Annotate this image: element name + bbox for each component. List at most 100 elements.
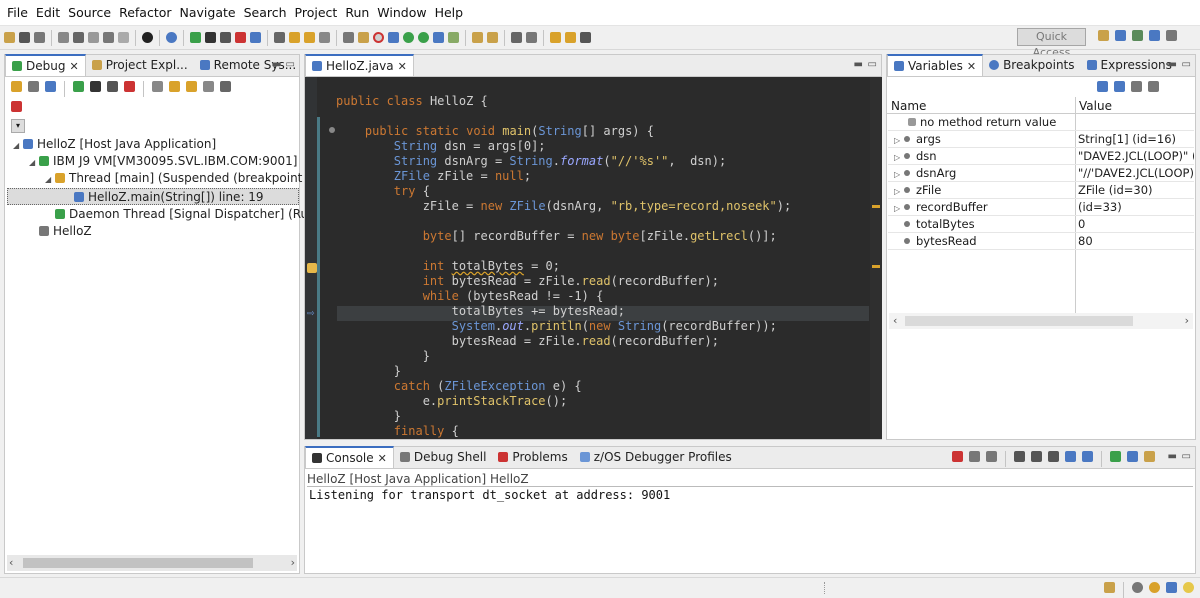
- drop-frame-icon[interactable]: [319, 32, 330, 43]
- menu-search[interactable]: Search: [240, 0, 291, 26]
- console-output[interactable]: Listening for transport dt_socket at add…: [309, 488, 670, 502]
- variable-row[interactable]: ▷ recordBuffer (id=33): [888, 199, 1194, 216]
- new-console-icon[interactable]: [1144, 451, 1155, 462]
- tree-thread-main[interactable]: ◢ Thread [main] (Suspended (breakpoint at…: [45, 170, 344, 187]
- display-console-icon[interactable]: [1110, 451, 1121, 462]
- save-all-icon[interactable]: [34, 32, 45, 43]
- paragraph-icon[interactable]: [118, 32, 129, 43]
- person-icon[interactable]: [142, 32, 153, 43]
- scroll-thumb[interactable]: [23, 558, 253, 568]
- clear-console-icon[interactable]: [1014, 451, 1025, 462]
- variable-row[interactable]: bytesRead 80: [888, 233, 1194, 250]
- open-type-icon[interactable]: [58, 32, 69, 43]
- terminate-console-icon[interactable]: [952, 451, 963, 462]
- show-logical-structure-icon[interactable]: [1114, 81, 1125, 92]
- close-icon[interactable]: ✕: [69, 60, 78, 73]
- tree-vm[interactable]: ◢ IBM J9 VM[VM30095.SVL.IBM.COM:9001]: [29, 153, 297, 170]
- view-disconnect-icon[interactable]: [124, 81, 135, 92]
- variables-menu-icon[interactable]: [1148, 81, 1159, 92]
- tab-debug-shell[interactable]: Debug Shell: [394, 446, 493, 468]
- expand-icon[interactable]: ▷: [894, 149, 904, 164]
- tree-launch[interactable]: ◢ HelloZ [Host Java Application]: [13, 136, 216, 153]
- debug-run-icon[interactable]: [403, 32, 414, 43]
- remove-launch-icon[interactable]: [969, 451, 980, 462]
- show-type-names-icon[interactable]: [1097, 81, 1108, 92]
- forward-icon[interactable]: [580, 32, 591, 43]
- tab-hello-java[interactable]: HelloZ.java ✕: [305, 54, 414, 76]
- open-console-icon[interactable]: [1127, 451, 1138, 462]
- back-icon[interactable]: [565, 32, 576, 43]
- tree-daemon-thread[interactable]: Daemon Thread [Signal Dispatcher] (Runni…: [55, 206, 342, 223]
- edit-icon[interactable]: [73, 32, 84, 43]
- open-task-icon[interactable]: [487, 32, 498, 43]
- variable-row[interactable]: ▷ args String[1] (id=16): [888, 131, 1194, 148]
- tab-breakpoints[interactable]: Breakpoints: [983, 54, 1080, 76]
- variable-row[interactable]: no method return value: [888, 114, 1194, 131]
- variable-row[interactable]: ▷ dsn "DAVE2.JCL(LOOP)" (id: [888, 148, 1194, 165]
- maximize-icon[interactable]: ▭: [1182, 59, 1191, 70]
- view-step-into-icon[interactable]: [152, 81, 163, 92]
- menu-edit[interactable]: Edit: [32, 0, 64, 26]
- resume-icon[interactable]: [190, 32, 201, 43]
- remote-perspective-icon[interactable]: [1132, 30, 1143, 41]
- breakpoint-icon[interactable]: [373, 32, 384, 43]
- new-icon[interactable]: [4, 32, 15, 43]
- java-perspective-icon[interactable]: [1115, 30, 1126, 41]
- tab-project-explorer[interactable]: Project Expl...: [86, 54, 194, 76]
- expand-icon[interactable]: ▷: [894, 183, 904, 198]
- expand-icon[interactable]: ▷: [894, 200, 904, 215]
- view-drop-frame-icon[interactable]: [203, 81, 214, 92]
- code-area[interactable]: public class HelloZ { public static void…: [304, 92, 864, 438]
- open-perspective-icon[interactable]: [1098, 30, 1109, 41]
- task-icon[interactable]: [1166, 582, 1177, 593]
- coverage-icon[interactable]: [433, 32, 444, 43]
- paste-icon[interactable]: [103, 32, 114, 43]
- heap-icon[interactable]: [1132, 582, 1143, 593]
- remove-launches-icon[interactable]: [28, 81, 39, 92]
- scroll-left-icon[interactable]: ‹: [9, 556, 13, 569]
- menu-window[interactable]: Window: [373, 0, 430, 26]
- step-icon[interactable]: [45, 81, 56, 92]
- tab-debug[interactable]: Debug ✕: [5, 54, 86, 76]
- minimize-icon[interactable]: ▬: [1168, 451, 1177, 462]
- debug-filter[interactable]: [11, 101, 41, 115]
- view-step-over-icon[interactable]: [169, 81, 180, 92]
- close-icon[interactable]: ✕: [398, 60, 407, 73]
- run-icon[interactable]: [418, 32, 429, 43]
- view-dropdown[interactable]: ▾: [11, 119, 25, 133]
- debug-horizontal-scrollbar[interactable]: ‹ ›: [7, 555, 297, 571]
- view-resume-icon[interactable]: [73, 81, 84, 92]
- debug-config-icon[interactable]: [274, 32, 285, 43]
- suspend-icon[interactable]: [205, 32, 216, 43]
- column-value[interactable]: Value: [1079, 99, 1112, 113]
- menu-refactor[interactable]: Refactor: [115, 0, 175, 26]
- close-icon[interactable]: ✕: [378, 452, 387, 465]
- scroll-right-icon[interactable]: ›: [1185, 314, 1189, 327]
- tip-icon[interactable]: [1183, 582, 1194, 593]
- view-step-return-icon[interactable]: [186, 81, 197, 92]
- step-into-icon[interactable]: [250, 32, 261, 43]
- z-debug-icon[interactable]: [388, 32, 399, 43]
- maximize-icon[interactable]: ▭: [868, 59, 877, 70]
- variable-row[interactable]: totalBytes 0: [888, 216, 1194, 233]
- view-menu-icon[interactable]: [220, 81, 231, 92]
- scroll-lock-icon[interactable]: [1031, 451, 1042, 462]
- tree-stack-frame[interactable]: HelloZ.main(String[]) line: 19: [7, 188, 299, 205]
- tab-variables[interactable]: Variables ✕: [887, 54, 984, 76]
- copy-icon[interactable]: [88, 32, 99, 43]
- menu-run[interactable]: Run: [341, 0, 373, 26]
- progress-icon[interactable]: [1149, 582, 1160, 593]
- use-step-filters-icon[interactable]: [343, 32, 354, 43]
- remove-all-icon[interactable]: [986, 451, 997, 462]
- variable-row[interactable]: ▷ dsnArg "//'DAVE2.JCL(LOOP)'" (: [888, 165, 1194, 182]
- minimize-icon[interactable]: ▬: [272, 59, 281, 70]
- terminate-icon[interactable]: [220, 32, 231, 43]
- skip-breakpoints-icon[interactable]: [166, 32, 177, 43]
- resource-perspective-icon[interactable]: [1166, 30, 1177, 41]
- save-icon[interactable]: [19, 32, 30, 43]
- maximize-icon[interactable]: ▭: [1182, 451, 1191, 462]
- next-annotation-icon[interactable]: [526, 32, 537, 43]
- variable-row[interactable]: ▷ zFile ZFile (id=30): [888, 182, 1194, 199]
- expand-icon[interactable]: ▷: [894, 166, 904, 181]
- tab-zos-debugger-profiles[interactable]: z/OS Debugger Profiles: [574, 446, 738, 468]
